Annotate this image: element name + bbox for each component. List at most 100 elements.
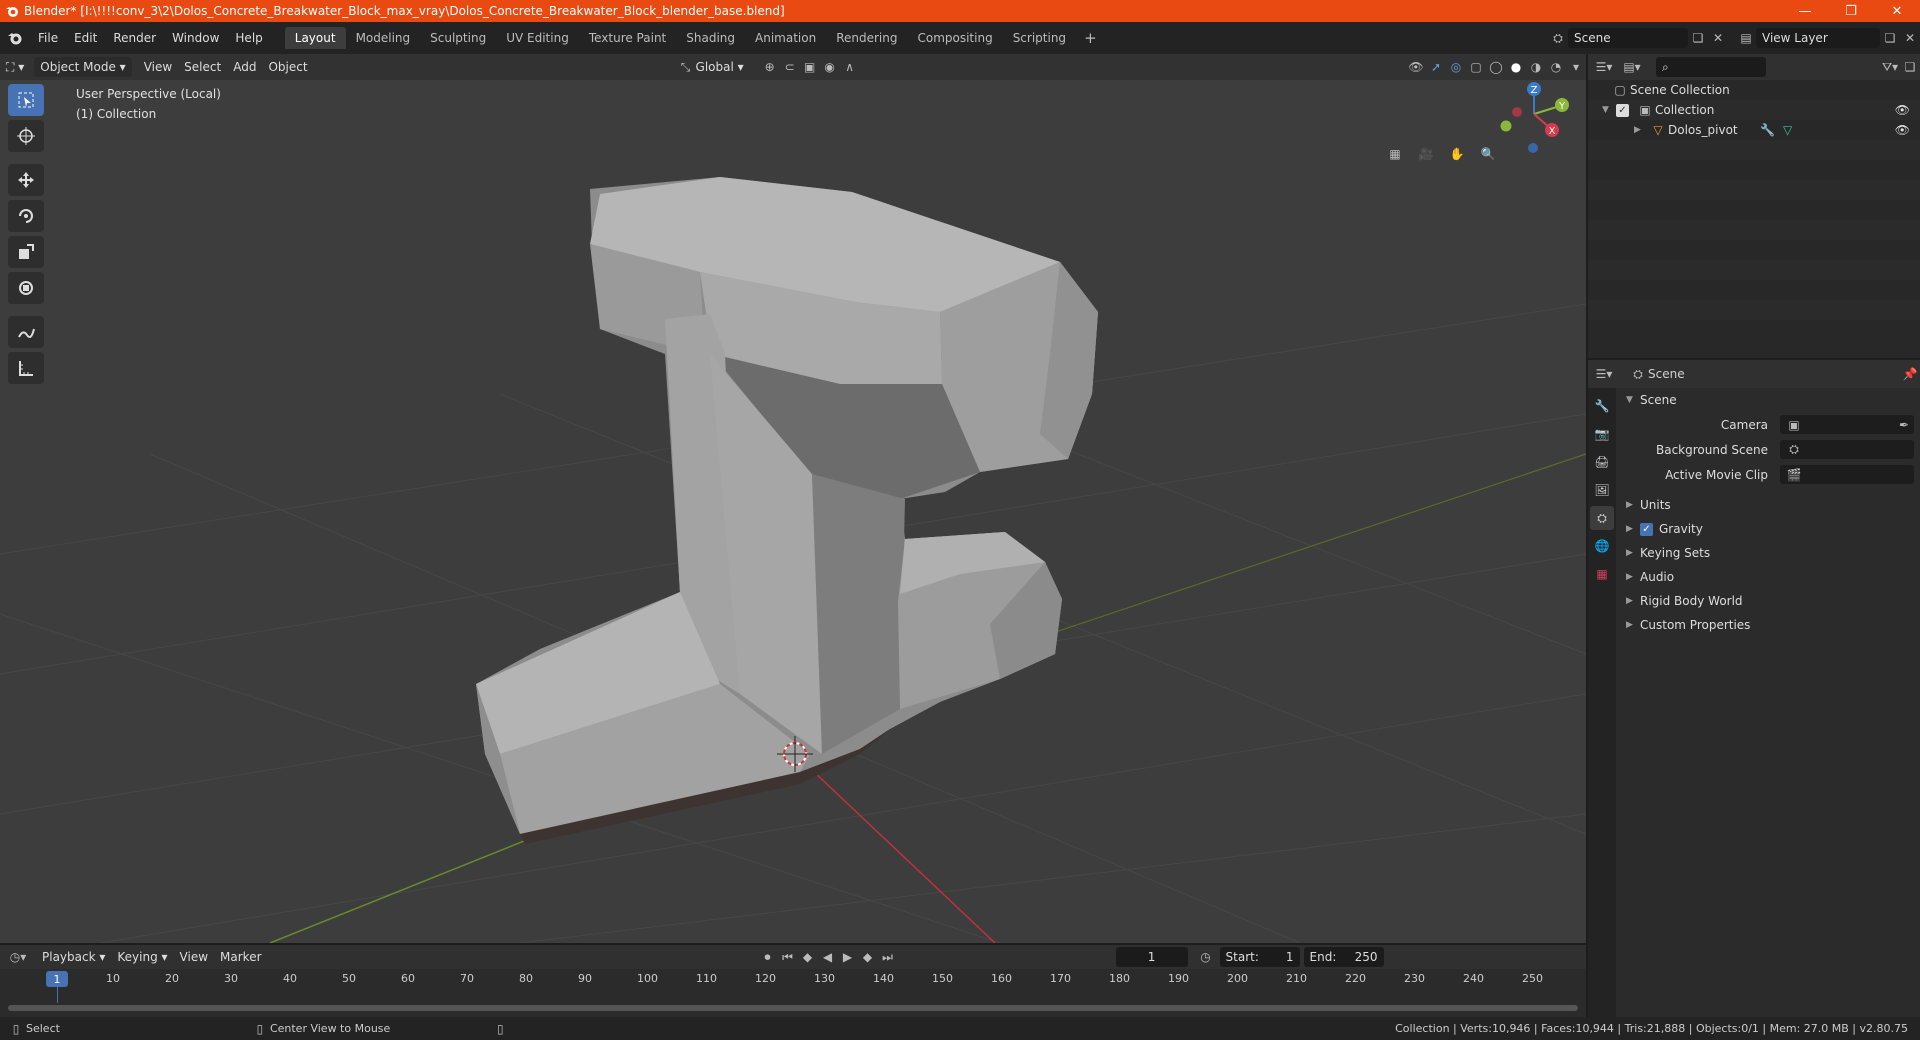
falloff-icon[interactable]: ∧	[840, 57, 860, 77]
rotate-tool-icon[interactable]	[8, 200, 44, 232]
properties-editor-icon[interactable]: ☰▾	[1594, 364, 1614, 384]
collection-checkbox[interactable]: ✓	[1616, 103, 1629, 117]
select-box-tool-icon[interactable]	[8, 84, 44, 116]
mode-dropdown[interactable]: Object Mode ▾	[34, 57, 132, 77]
jump-start-icon[interactable]: ⏮	[778, 947, 798, 967]
record-icon[interactable]: ⏺	[758, 947, 778, 967]
keying-sets-panel[interactable]: ▶ Keying Sets	[1618, 541, 1920, 565]
restore-button[interactable]: ❐	[1828, 0, 1874, 22]
zoom-icon[interactable]: 🔍	[1474, 140, 1502, 168]
gizmo-toggle-icon[interactable]: ➚	[1426, 57, 1446, 77]
tool-tab-icon[interactable]: 🔧	[1590, 394, 1614, 418]
tab-animation[interactable]: Animation	[745, 27, 826, 49]
new-view-layer-icon[interactable]: ❏	[1880, 28, 1900, 48]
wireframe-shading-icon[interactable]: ◯	[1486, 57, 1506, 77]
playhead[interactable]: 1	[46, 971, 68, 987]
add-workspace-icon[interactable]: +	[1076, 29, 1105, 47]
overlay-icon[interactable]: ◎	[1446, 57, 1466, 77]
collection-eye-icon[interactable]: 👁	[1895, 103, 1910, 117]
measure-tool-icon[interactable]	[8, 352, 44, 384]
new-scene-icon[interactable]: ❏	[1688, 28, 1708, 48]
end-frame-field[interactable]: End: 250	[1303, 947, 1384, 967]
menu-select[interactable]: Select	[178, 57, 227, 77]
outliner-scene-collection[interactable]: ▢ Scene Collection	[1588, 80, 1920, 100]
orientation-dropdown[interactable]: ⤡ Global ▾	[670, 57, 750, 77]
timeline-view-menu[interactable]: View	[174, 947, 214, 967]
movie-clip-field[interactable]: 🎬	[1780, 465, 1914, 484]
camera-view-icon[interactable]: 🎥	[1412, 140, 1440, 168]
object-eye-icon[interactable]: 👁	[1895, 123, 1910, 137]
xray-icon[interactable]: ▢	[1466, 57, 1486, 77]
tab-shading[interactable]: Shading	[676, 27, 745, 49]
rigid-body-world-panel[interactable]: ▶ Rigid Body World	[1618, 589, 1920, 613]
tab-modeling[interactable]: Modeling	[346, 27, 421, 49]
blender-menu-icon[interactable]	[0, 30, 30, 46]
menu-add[interactable]: Add	[227, 57, 262, 77]
transform-tool-icon[interactable]	[8, 272, 44, 304]
pan-hand-icon[interactable]: ✋	[1443, 140, 1471, 168]
next-keyframe-icon[interactable]: ◆	[858, 947, 878, 967]
display-mode-icon[interactable]: ▤▾	[1622, 57, 1642, 77]
audio-panel[interactable]: ▶ Audio	[1618, 565, 1920, 589]
object-expand-icon[interactable]: ▶	[1634, 125, 1642, 135]
view-layer-tab-icon[interactable]: 🖼	[1590, 478, 1614, 502]
delete-view-layer-icon[interactable]: ✕	[1900, 28, 1920, 48]
cursor-tool-icon[interactable]	[8, 120, 44, 152]
world-tab-icon[interactable]: 🌐	[1590, 534, 1614, 558]
output-tab-icon[interactable]: 🖨	[1590, 450, 1614, 474]
start-frame-field[interactable]: Start: 1	[1219, 947, 1300, 967]
tab-rendering[interactable]: Rendering	[826, 27, 907, 49]
delete-scene-icon[interactable]: ✕	[1708, 28, 1728, 48]
tab-layout[interactable]: Layout	[284, 27, 346, 49]
render-tab-icon[interactable]: 📷	[1590, 422, 1614, 446]
units-panel[interactable]: ▶ Units	[1618, 493, 1920, 517]
frame-ruler[interactable]: 10 20 30 40 50 60 70 80 90 100 110 120 130 140 150 160 1…	[0, 969, 1586, 989]
snap-target-icon[interactable]: ▣	[800, 57, 820, 77]
outliner-search-input[interactable]: ⌕	[1656, 57, 1766, 77]
outliner-collection[interactable]: ▼ ✓ ▣ Collection 👁	[1588, 100, 1920, 120]
camera-field[interactable]: ▣ ✒	[1780, 415, 1914, 434]
outliner-object-dolos[interactable]: ▶ ▽ Dolos_pivot 🔧 ▽ 👁	[1588, 120, 1920, 140]
annotate-tool-icon[interactable]	[8, 316, 44, 348]
jump-end-icon[interactable]: ⏭	[878, 947, 898, 967]
menu-object[interactable]: Object	[262, 57, 313, 77]
keying-menu[interactable]: Keying ▾	[111, 947, 173, 967]
playback-menu[interactable]: Playback ▾	[36, 947, 111, 967]
tab-texture-paint[interactable]: Texture Paint	[579, 27, 676, 49]
filter-icon[interactable]: ⛛▾	[1880, 57, 1900, 77]
menu-edit[interactable]: Edit	[66, 31, 105, 45]
scene-tab-icon[interactable]: ⛭	[1590, 506, 1614, 530]
background-scene-field[interactable]: ⛭	[1780, 440, 1914, 459]
viewport-scene[interactable]: Z Y X	[0, 54, 1586, 943]
menu-file[interactable]: File	[30, 31, 66, 45]
gravity-checkbox[interactable]: ✓	[1640, 522, 1653, 536]
scene-panel-header[interactable]: ▼ Scene	[1618, 388, 1920, 412]
view-layer-field[interactable]: View Layer	[1756, 28, 1880, 48]
navigation-gizmo[interactable]: Z Y X	[1500, 82, 1570, 153]
scale-tool-icon[interactable]	[8, 236, 44, 268]
tab-scripting[interactable]: Scripting	[1003, 27, 1076, 49]
tab-uv-editing[interactable]: UV Editing	[496, 27, 579, 49]
new-collection-icon[interactable]: ❏	[1900, 57, 1920, 77]
gravity-panel[interactable]: ▶ ✓ Gravity	[1618, 517, 1920, 541]
visibility-icon[interactable]: 👁	[1406, 57, 1426, 77]
eyedropper-icon[interactable]: ✒	[1894, 415, 1914, 435]
outliner-editor-icon[interactable]: ☰▾	[1594, 57, 1614, 77]
snap-icon[interactable]: ⊂	[780, 57, 800, 77]
menu-window[interactable]: Window	[164, 31, 227, 45]
pivot-icon[interactable]: ⊕	[760, 57, 780, 77]
mesh-data-icon[interactable]: ▽	[1778, 120, 1798, 140]
move-tool-icon[interactable]	[8, 164, 44, 196]
scene-field[interactable]: Scene	[1568, 28, 1688, 48]
prev-keyframe-icon[interactable]: ◆	[798, 947, 818, 967]
view-layer-icon[interactable]: ▤	[1736, 28, 1756, 48]
pin-icon[interactable]: 📌	[1900, 364, 1920, 384]
clock-icon[interactable]: ◷	[1196, 947, 1216, 967]
3d-viewport[interactable]: Z Y X ⛶ ▾ Object Mode ▾ View Select Add …	[0, 54, 1586, 943]
marker-menu[interactable]: Marker	[214, 947, 267, 967]
collection-expand-icon[interactable]: ▼	[1602, 105, 1610, 115]
play-icon[interactable]: ▶	[838, 947, 858, 967]
play-reverse-icon[interactable]: ◀	[818, 947, 838, 967]
ortho-toggle-icon[interactable]: ▦	[1381, 140, 1409, 168]
editor-type-icon[interactable]: ⛶ ▾	[0, 57, 30, 77]
